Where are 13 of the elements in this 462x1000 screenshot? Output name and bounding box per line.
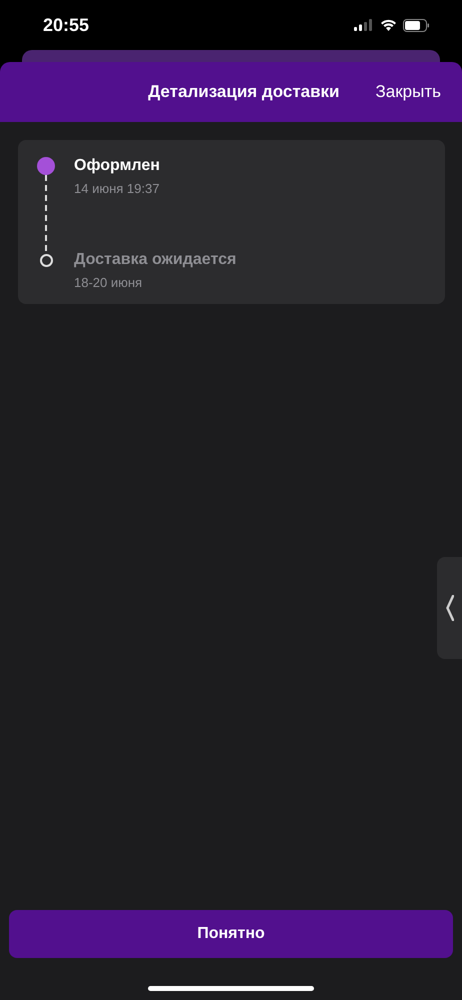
step-title: Оформлен: [74, 157, 160, 175]
status-time: 20:55: [43, 14, 90, 36]
wifi-icon: [380, 19, 397, 31]
side-panel-handle[interactable]: [437, 557, 462, 659]
close-button[interactable]: Закрыть: [376, 82, 441, 102]
step-title: Доставка ожидается: [74, 251, 236, 269]
confirm-button[interactable]: Понятно: [9, 910, 453, 958]
step-date: 14 июня 19:37: [74, 181, 160, 196]
battery-icon: [403, 18, 430, 32]
signal-icon: [354, 19, 374, 31]
chevron-left-icon: [446, 595, 454, 621]
step-date: 18-20 июня: [74, 275, 144, 290]
sheet-title: Детализация доставки: [148, 82, 340, 102]
